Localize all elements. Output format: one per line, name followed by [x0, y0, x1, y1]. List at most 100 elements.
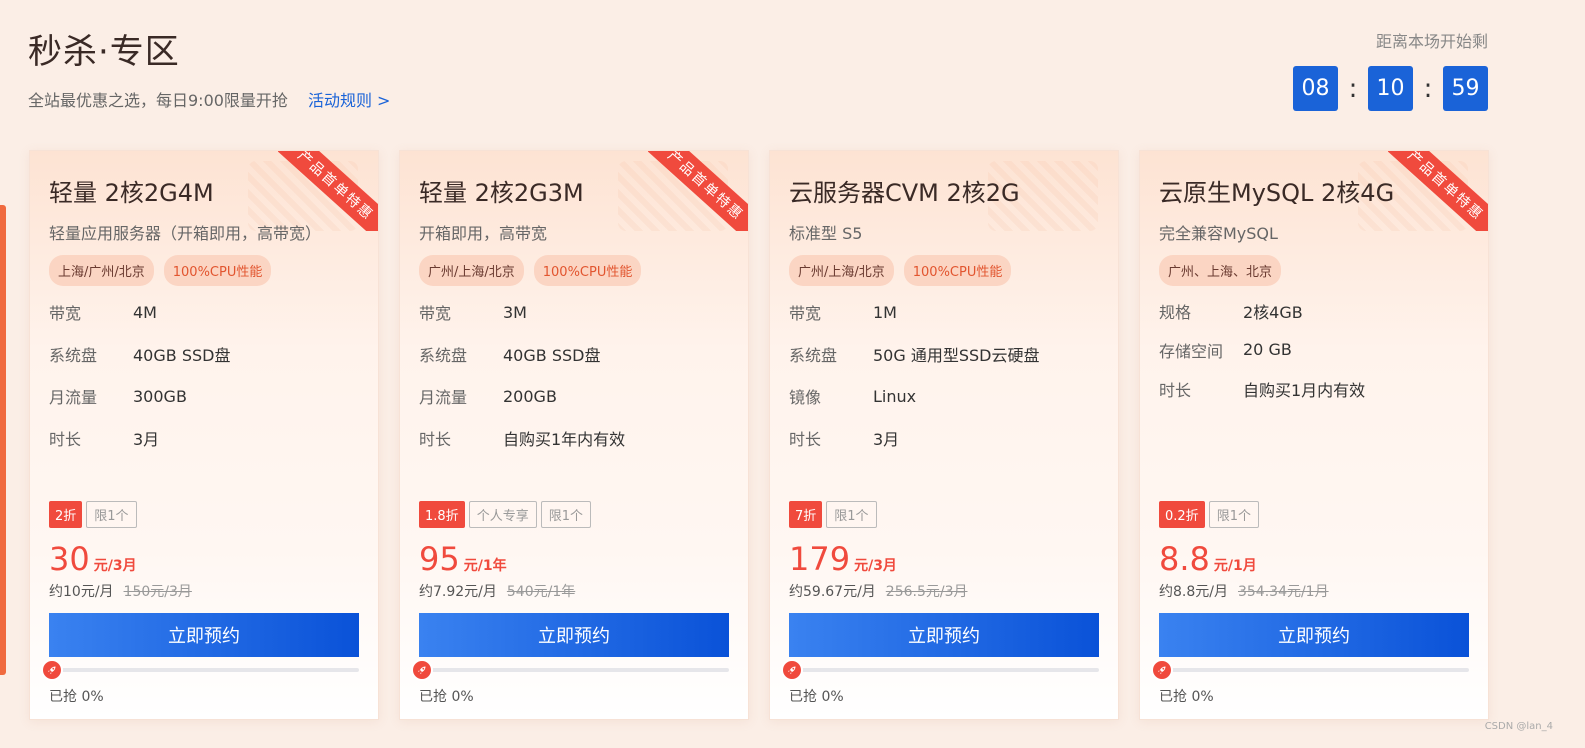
- spec-value: Linux: [873, 386, 917, 406]
- price-row: 8.8 元/1月: [1159, 540, 1469, 578]
- spec-row: 规格 2核4GB: [1159, 291, 1365, 330]
- discount-badge: 0.2折: [1159, 501, 1205, 528]
- spec-row: 带宽 1M: [789, 291, 1039, 333]
- tag-list: 广州/上海/北京 100%CPU性能: [789, 255, 1099, 286]
- limit-badge: 限1个: [86, 501, 137, 528]
- spec-key: 时长: [49, 430, 82, 449]
- spec-value: 50G 通用型SSD云硬盘: [873, 346, 1040, 365]
- countdown-hours: 08: [1293, 66, 1338, 111]
- spec-value: 40GB SSD盘: [503, 346, 601, 365]
- card-subtitle: 开箱即用，高带宽: [419, 224, 548, 243]
- price-detail-row: 约59.67元/月 256.5元/3月: [789, 581, 1099, 601]
- exclusive-badge: 个人专享: [468, 501, 537, 528]
- spec-row: 存储空间 20 GB: [1159, 330, 1365, 369]
- discount-badge: 1.8折: [419, 501, 465, 528]
- spec-value: 40GB SSD盘: [133, 346, 231, 365]
- reserve-button[interactable]: 立即预约: [789, 613, 1099, 657]
- rocket-icon: [1151, 659, 1173, 681]
- reserve-button[interactable]: 立即预约: [1159, 613, 1469, 657]
- tag-list: 上海/广州/北京 100%CPU性能: [49, 255, 359, 286]
- spec-key: 月流量: [49, 388, 98, 407]
- original-price: 354.34元/1月: [1237, 584, 1329, 600]
- original-price: 150元/3月: [123, 584, 192, 600]
- spec-value: 2核4GB: [1243, 302, 1303, 322]
- card-title: 轻量 2核2G3M: [419, 179, 584, 207]
- spec-row: 时长 3月: [49, 417, 230, 459]
- countdown-label: 距离本场开始剩: [1375, 32, 1488, 51]
- subtitle-row: 全站最优惠之选，每日9:00限量开抢 活动规则 >: [28, 87, 390, 111]
- limit-badge: 限1个: [540, 501, 591, 528]
- feature-tag: 100%CPU性能: [163, 255, 272, 286]
- spec-key: 镜像: [789, 388, 822, 407]
- reserve-button[interactable]: 立即预约: [419, 613, 729, 657]
- activity-rules-link[interactable]: 活动规则 >: [308, 87, 391, 111]
- card-header: 云原生MySQL 2核4G 完全兼容MySQL 广州、上海、北京: [1159, 173, 1469, 286]
- badge-row: 0.2折 限1个: [1159, 501, 1469, 528]
- sold-progress-bar: [41, 659, 359, 681]
- spec-key: 带宽: [789, 304, 822, 323]
- price-area: 1.8折 个人专享 限1个 95 元/1年 约7.92元/月 540元/1年 立…: [411, 501, 729, 706]
- spec-value: 自购买1年内有效: [503, 430, 626, 449]
- page-title: 秒杀·专区: [28, 32, 180, 72]
- spec-value: 3M: [503, 302, 527, 322]
- price-area: 2折 限1个 30 元/3月 约10元/月 150元/3月 立即预约 已抢 0%: [41, 501, 359, 706]
- spec-value: 3月: [133, 430, 160, 449]
- spec-key: 时长: [789, 430, 822, 449]
- page-header: 秒杀·专区 全站最优惠之选，每日9:00限量开抢 活动规则 >: [28, 24, 390, 111]
- spec-key: 时长: [419, 430, 452, 449]
- spec-key: 系统盘: [789, 346, 838, 365]
- price-detail-row: 约7.92元/月 540元/1年: [419, 581, 729, 601]
- spec-value: 200GB: [503, 386, 557, 406]
- price-unit: 元/1月: [1213, 558, 1257, 574]
- limit-badge: 限1个: [1208, 501, 1259, 528]
- badge-row: 2折 限1个: [49, 501, 359, 528]
- spec-row: 月流量 300GB: [49, 375, 230, 417]
- spec-row: 带宽 3M: [419, 291, 625, 333]
- spec-list: 规格 2核4GB 存储空间 20 GB 时长 自购买1月内有效: [1159, 291, 1365, 408]
- countdown-separator: :: [1348, 73, 1358, 104]
- spec-list: 带宽 1M 系统盘 50G 通用型SSD云硬盘镜像 Linux 时长 3月: [789, 291, 1039, 459]
- rocket-icon: [781, 659, 803, 681]
- sold-progress-bar: [781, 659, 1099, 681]
- spec-value: 自购买1月内有效: [1243, 380, 1366, 400]
- rocket-icon: [41, 659, 63, 681]
- price-area: 0.2折 限1个 8.8 元/1月 约8.8元/月 354.34元/1月 立即预…: [1151, 501, 1469, 706]
- feature-tag: 广州/上海/北京: [419, 255, 524, 286]
- spec-row: 镜像 Linux: [789, 375, 1039, 417]
- page-subtitle: 全站最优惠之选，每日9:00限量开抢: [28, 91, 288, 110]
- countdown-seconds: 59: [1443, 66, 1488, 111]
- spec-list: 带宽 3M 系统盘 40GB SSD盘 月流量 200GB 时长 自购买1年内有效: [419, 291, 625, 459]
- monthly-price: 约7.92元/月: [419, 584, 497, 600]
- sold-progress-bar: [411, 659, 729, 681]
- card-title: 云原生MySQL 2核4G: [1159, 179, 1395, 207]
- monthly-price: 约8.8元/月: [1159, 584, 1228, 600]
- side-accent-bar: [0, 205, 6, 675]
- feature-tag: 上海/广州/北京: [49, 255, 154, 286]
- monthly-price: 约10元/月: [49, 584, 114, 600]
- sold-percent-label: 已抢 0%: [419, 689, 474, 705]
- card-header: 轻量 2核2G3M 开箱即用，高带宽 广州/上海/北京 100%CPU性能: [419, 173, 729, 286]
- feature-tag: 100%CPU性能: [533, 255, 642, 286]
- price-detail-row: 约10元/月 150元/3月: [49, 581, 359, 601]
- countdown-minutes: 10: [1368, 66, 1413, 111]
- price-unit: 元/3月: [93, 558, 137, 574]
- reserve-button[interactable]: 立即预约: [49, 613, 359, 657]
- spec-row: 系统盘 40GB SSD盘: [49, 333, 230, 375]
- sold-percent-label: 已抢 0%: [1159, 689, 1214, 705]
- card-header: 轻量 2核2G4M 轻量应用服务器（开箱即用，高带宽） 上海/广州/北京 100%…: [49, 173, 359, 286]
- spec-row: 月流量 200GB: [419, 375, 625, 417]
- card-subtitle: 标准型 S5: [789, 224, 863, 243]
- spec-value: 3月: [873, 430, 900, 449]
- card-header: 云服务器CVM 2核2G 标准型 S5 广州/上海/北京 100%CPU性能: [789, 173, 1099, 286]
- spec-row: 带宽 4M: [49, 291, 230, 333]
- spec-value: 300GB: [133, 386, 187, 406]
- badge-row: 7折 限1个: [789, 501, 1099, 528]
- price-detail-row: 约8.8元/月 354.34元/1月: [1159, 581, 1469, 601]
- countdown-timer: 08 : 10 : 59: [1293, 66, 1488, 111]
- feature-tag: 广州、上海、北京: [1159, 255, 1282, 286]
- price-value: 8.8: [1159, 540, 1210, 578]
- card-subtitle: 轻量应用服务器（开箱即用，高带宽）: [49, 224, 322, 243]
- price-area: 7折 限1个 179 元/3月 约59.67元/月 256.5元/3月 立即预约: [781, 501, 1099, 706]
- badge-row: 1.8折 个人专享 限1个: [419, 501, 729, 528]
- card-title: 云服务器CVM 2核2G: [789, 179, 1020, 207]
